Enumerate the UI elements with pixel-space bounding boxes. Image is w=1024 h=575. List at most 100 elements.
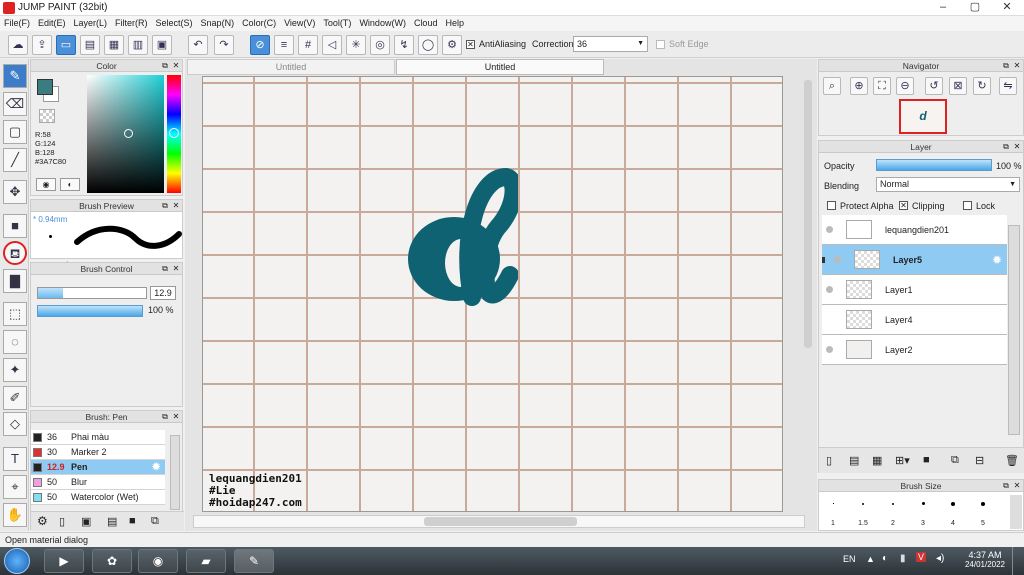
eraser-tool-icon[interactable]: ⌫ xyxy=(3,92,27,116)
folder-icon[interactable]: ■ xyxy=(129,515,136,527)
menu-tool[interactable]: Tool(T) xyxy=(319,16,355,31)
layer-row[interactable]: Layer5 ✹ xyxy=(822,245,1007,275)
tray-up-icon[interactable]: ▲ xyxy=(866,554,875,564)
brush-size-item[interactable]: 1 xyxy=(818,497,848,529)
trash-icon[interactable]: 🗑 xyxy=(1005,454,1019,467)
maximize-button[interactable]: ▢ xyxy=(960,0,990,15)
line-tool-icon[interactable]: ╱ xyxy=(3,148,27,172)
hue-cursor[interactable] xyxy=(169,128,179,138)
select-eraser-icon[interactable]: ◇ xyxy=(3,412,27,436)
brush-folder-icon[interactable]: ▣ xyxy=(81,515,91,528)
show-desktop-button[interactable] xyxy=(1012,547,1024,575)
pen-tool-icon[interactable]: ✎ xyxy=(3,64,27,88)
fill-square-icon[interactable]: ■ xyxy=(3,214,27,238)
media-player-icon[interactable]: ▶ xyxy=(44,549,84,573)
layer-mode-icon[interactable]: ⊞▾ xyxy=(895,454,910,467)
close-icon[interactable]: ✕ xyxy=(171,61,181,71)
duplicate-brush-icon[interactable]: ⧉ xyxy=(151,515,159,528)
close-icon[interactable]: ✕ xyxy=(171,264,181,274)
rotate-right-icon[interactable]: ↻ xyxy=(973,77,991,95)
list-item[interactable]: 50 Watercolor (Wet) xyxy=(31,490,165,505)
tray-app-icon[interactable]: ◐ xyxy=(882,553,888,564)
zoom-out-icon[interactable]: ⊖ xyxy=(896,77,914,95)
size-value[interactable]: 12.9 xyxy=(150,286,176,300)
material-icon[interactable]: ⚙ xyxy=(37,514,48,528)
hand-tool-icon[interactable]: ✋ xyxy=(3,503,27,527)
popout-icon[interactable]: ⧉ xyxy=(1001,142,1011,152)
popout-icon[interactable]: ⧉ xyxy=(160,61,170,71)
menu-layer[interactable]: Layer(L) xyxy=(70,16,112,31)
snap-ellipse-icon[interactable]: ◯ xyxy=(418,35,438,55)
gear-icon[interactable]: ✹ xyxy=(152,460,160,475)
layer-opacity-slider[interactable] xyxy=(876,159,992,171)
snap-grid-icon[interactable]: # xyxy=(298,35,318,55)
snap-settings-icon[interactable]: ⚙ xyxy=(442,35,462,55)
blending-select[interactable]: Normal ▼ xyxy=(876,177,1020,192)
clipping-checkbox[interactable]: ✕ xyxy=(899,201,908,210)
document-icon[interactable]: ▦ xyxy=(104,35,124,55)
visibility-icon[interactable] xyxy=(826,226,833,233)
brush-settings-icon[interactable]: ▤ xyxy=(107,515,117,528)
minimize-button[interactable]: – xyxy=(928,0,958,15)
rotate-left-icon[interactable]: ↺ xyxy=(925,77,943,95)
list-item[interactable]: 36 Phai màu xyxy=(31,430,165,445)
drawing-canvas[interactable]: lequangdien201 #Lie #hoidap247.com xyxy=(202,76,783,512)
layer-row[interactable]: Layer4 xyxy=(822,305,1007,335)
merge-layer-icon[interactable]: ⊟ xyxy=(975,454,984,467)
opacity-slider[interactable] xyxy=(37,305,143,317)
bucket-fill-icon[interactable]: ⛾ xyxy=(3,241,27,265)
menu-view[interactable]: View(V) xyxy=(280,16,319,31)
rectangle-select-icon[interactable]: ▢ xyxy=(3,120,27,144)
start-button[interactable] xyxy=(4,548,30,574)
zoom-tool-icon[interactable]: ⌕ xyxy=(823,77,841,95)
brush-size-item[interactable]: 2 xyxy=(878,497,908,529)
primary-color-swatch[interactable] xyxy=(37,79,53,95)
redo-icon[interactable]: ↷ xyxy=(214,35,234,55)
popout-icon[interactable]: ⧉ xyxy=(1001,61,1011,71)
clock[interactable]: 4:37 AM 24/01/2022 xyxy=(962,550,1008,569)
list-item[interactable]: 30 Marker 2 xyxy=(31,445,165,460)
layer-row[interactable]: lequangdien201 xyxy=(822,215,1007,245)
new-brush-icon[interactable]: ▯ xyxy=(59,515,65,528)
tray-v-icon[interactable]: V xyxy=(916,552,927,562)
snap-perspective-icon[interactable]: ◁ xyxy=(322,35,342,55)
horizontal-scrollbar-thumb[interactable] xyxy=(424,517,577,526)
soft-edge-checkbox[interactable] xyxy=(656,40,665,49)
brush-size-item[interactable]: 4 xyxy=(938,497,968,529)
menu-help[interactable]: Help xyxy=(441,16,468,31)
visibility-icon[interactable] xyxy=(834,256,841,263)
chrome-icon[interactable]: ◉ xyxy=(138,549,178,573)
size-slider[interactable] xyxy=(37,287,147,299)
language-indicator[interactable]: EN xyxy=(843,554,856,564)
tab-untitled-1[interactable]: Untitled xyxy=(187,59,395,75)
horizontal-scrollbar-track[interactable] xyxy=(193,515,805,528)
close-icon[interactable]: ✕ xyxy=(171,201,181,211)
gear-icon[interactable]: ✹ xyxy=(992,253,1002,267)
panel-icon[interactable]: ▤ xyxy=(80,35,100,55)
popout-icon[interactable]: ⧉ xyxy=(160,412,170,422)
new-layer-icon[interactable]: ▯ xyxy=(826,454,832,467)
brush-size-scrollbar[interactable] xyxy=(1010,495,1022,529)
vertical-scrollbar[interactable] xyxy=(804,80,812,348)
menu-edit[interactable]: Edit(E) xyxy=(34,16,70,31)
navigator-thumbnail[interactable]: d xyxy=(899,99,947,134)
snap-radial-icon[interactable]: ✳ xyxy=(346,35,366,55)
cloud-icon[interactable]: ☁ xyxy=(8,35,28,55)
close-icon[interactable]: ✕ xyxy=(1012,142,1022,152)
brush-list-scrollbar[interactable] xyxy=(170,435,180,510)
file-explorer-icon[interactable]: ▰ xyxy=(186,549,226,573)
app-launcher-icon[interactable]: ✿ xyxy=(92,549,132,573)
magic-wand-icon[interactable]: ✦ xyxy=(3,358,27,382)
lasso-tool-icon[interactable]: ◌ xyxy=(3,330,27,354)
snap-off-icon[interactable]: ⊘ xyxy=(250,35,270,55)
duplicate-layer-icon[interactable]: ⧉ xyxy=(951,454,959,467)
menu-color[interactable]: Color(C) xyxy=(238,16,280,31)
menu-cloud[interactable]: Cloud xyxy=(410,16,442,31)
menu-select[interactable]: Select(S) xyxy=(152,16,197,31)
snap-circle-icon[interactable]: ◎ xyxy=(370,35,390,55)
pages-icon[interactable]: ▥ xyxy=(128,35,148,55)
visibility-icon[interactable] xyxy=(826,286,833,293)
close-icon[interactable]: ✕ xyxy=(171,412,181,422)
popout-icon[interactable]: ⧉ xyxy=(160,201,170,211)
close-icon[interactable]: ✕ xyxy=(1012,61,1022,71)
